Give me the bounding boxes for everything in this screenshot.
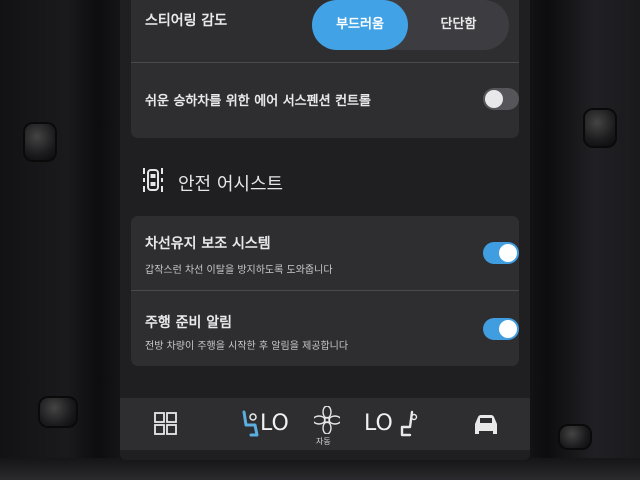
toggle-thumb <box>499 320 517 338</box>
bottom-bezel <box>0 458 640 480</box>
fan-mode-label: 자동 <box>316 437 331 446</box>
seat-heat-left-icon[interactable] <box>238 409 260 439</box>
steering-option-firm[interactable]: 단단함 <box>408 0 509 50</box>
infotainment-screen: 스티어링 감도 부드러움 단단함 쉬운 승하차를 위한 에어 서스펜션 컨트롤 … <box>120 0 530 460</box>
section-title: 안전 어시스트 <box>178 174 284 195</box>
drive-ready-description: 전방 차량이 주행을 시작한 후 알림을 제공합니다 <box>145 341 349 352</box>
app-grid-icon[interactable] <box>154 411 178 437</box>
left-lower-knob <box>40 398 76 426</box>
left-temperature[interactable]: LO <box>260 411 289 436</box>
car-lane-icon <box>143 168 163 192</box>
toggle-thumb <box>499 244 517 262</box>
car-icon[interactable] <box>472 410 500 436</box>
left-vent-knob <box>25 124 55 160</box>
right-vent-knob <box>585 110 615 146</box>
steering-segmented-control: 부드러움 단단함 <box>312 0 509 50</box>
toggle-thumb <box>485 90 503 108</box>
lane-keeping-description: 갑작스런 차선 이탈을 방지하도록 도와줍니다 <box>145 265 333 276</box>
drive-ready-toggle[interactable] <box>483 318 519 340</box>
air-suspension-label: 쉬운 승하차를 위한 에어 서스펜션 컨트롤 <box>145 94 371 109</box>
right-temperature[interactable]: LO <box>364 411 393 436</box>
right-lower-knob <box>560 426 590 448</box>
air-suspension-toggle[interactable] <box>483 88 519 110</box>
safety-assist-card: 차선유지 보조 시스템 갑작스런 차선 이탈을 방지하도록 도와줍니다 주행 준… <box>131 216 519 366</box>
steering-label: 스티어링 감도 <box>145 13 228 29</box>
divider <box>131 290 519 291</box>
right-bezel <box>524 0 640 480</box>
driving-settings-card: 스티어링 감도 부드러움 단단함 쉬운 승하차를 위한 에어 서스펜션 컨트롤 <box>131 0 519 138</box>
lane-keeping-label: 차선유지 보조 시스템 <box>145 236 271 252</box>
lane-keeping-toggle[interactable] <box>483 242 519 264</box>
seat-heat-right-icon[interactable] <box>398 409 420 439</box>
divider <box>131 62 519 63</box>
fan-icon[interactable] <box>314 406 340 434</box>
drive-ready-label: 주행 준비 알림 <box>145 315 233 331</box>
steering-option-soft[interactable]: 부드러움 <box>312 0 408 50</box>
